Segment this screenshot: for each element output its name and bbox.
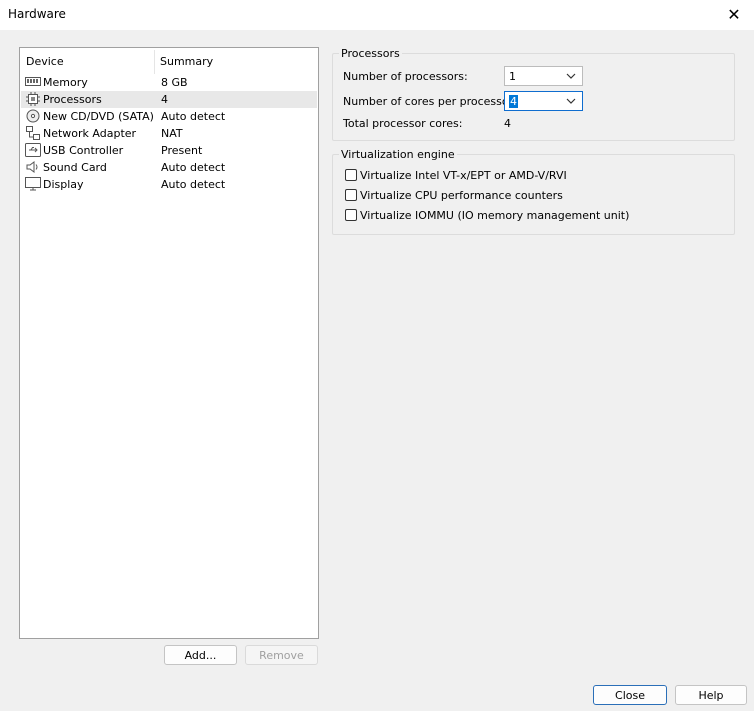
device-name: USB Controller	[43, 144, 124, 157]
device-summary: Auto detect	[161, 161, 226, 174]
device-summary: NAT	[161, 127, 183, 140]
device-summary: 4	[161, 93, 168, 106]
device-list: Device Summary Memory 8 GB Processors 4	[19, 47, 319, 639]
device-name: Memory	[43, 76, 88, 89]
cpu-perf-counters-label[interactable]: Virtualize CPU performance counters	[360, 189, 563, 202]
column-header-device[interactable]: Device	[26, 55, 64, 68]
cores-per-processor-label: Number of cores per processor:	[343, 95, 517, 108]
column-separator[interactable]	[154, 50, 155, 74]
device-row-display[interactable]: Display Auto detect	[21, 176, 317, 193]
title-bar: Hardware ✕	[0, 0, 754, 30]
column-header-summary[interactable]: Summary	[160, 55, 213, 68]
cd-dvd-icon	[26, 109, 40, 123]
chevron-down-icon	[566, 73, 576, 79]
total-processor-cores-value: 4	[504, 117, 511, 130]
device-name: Processors	[43, 93, 102, 106]
number-of-processors-label: Number of processors:	[343, 70, 468, 83]
usb-icon	[25, 143, 41, 157]
device-row-memory[interactable]: Memory 8 GB	[21, 74, 317, 91]
cores-per-processor-value: 4	[509, 95, 518, 108]
processors-group-title: Processors	[339, 47, 402, 60]
device-summary: 8 GB	[161, 76, 188, 89]
vtx-ept-label[interactable]: Virtualize Intel VT-x/EPT or AMD-V/RVI	[360, 169, 567, 182]
device-row-network-adapter[interactable]: Network Adapter NAT	[21, 125, 317, 142]
network-adapter-icon	[26, 126, 40, 140]
device-row-usb-controller[interactable]: USB Controller Present	[21, 142, 317, 159]
processor-icon	[26, 92, 40, 106]
cores-per-processor-select[interactable]: 4	[504, 91, 583, 111]
device-summary: Present	[161, 144, 203, 157]
device-list-header: Device Summary	[20, 48, 318, 76]
close-button[interactable]: Close	[593, 685, 667, 705]
window-title: Hardware	[8, 7, 66, 21]
close-window-icon[interactable]: ✕	[724, 5, 744, 25]
iommu-label[interactable]: Virtualize IOMMU (IO memory management u…	[360, 209, 629, 222]
device-name: Display	[43, 178, 84, 191]
device-summary: Auto detect	[161, 178, 226, 191]
device-name: New CD/DVD (SATA)	[43, 110, 154, 123]
device-name: Sound Card	[43, 161, 107, 174]
remove-button[interactable]: Remove	[245, 645, 318, 665]
dialog-body: Device Summary Memory 8 GB Processors 4	[0, 30, 754, 711]
memory-icon	[25, 77, 41, 86]
chevron-down-icon	[566, 98, 576, 104]
number-of-processors-value: 1	[509, 70, 516, 83]
display-icon	[25, 177, 41, 191]
add-button[interactable]: Add...	[164, 645, 237, 665]
device-row-cd-dvd[interactable]: New CD/DVD (SATA) Auto detect	[21, 108, 317, 125]
device-row-sound-card[interactable]: Sound Card Auto detect	[21, 159, 317, 176]
sound-card-icon	[26, 161, 38, 173]
iommu-checkbox[interactable]	[345, 209, 357, 221]
cpu-perf-counters-checkbox[interactable]	[345, 189, 357, 201]
device-summary: Auto detect	[161, 110, 226, 123]
virtualization-engine-group-title: Virtualization engine	[339, 148, 457, 161]
total-processor-cores-label: Total processor cores:	[343, 117, 463, 130]
vtx-ept-checkbox[interactable]	[345, 169, 357, 181]
device-row-processors[interactable]: Processors 4	[21, 91, 317, 108]
help-button[interactable]: Help	[675, 685, 747, 705]
number-of-processors-select[interactable]: 1	[504, 66, 583, 86]
device-name: Network Adapter	[43, 127, 137, 140]
